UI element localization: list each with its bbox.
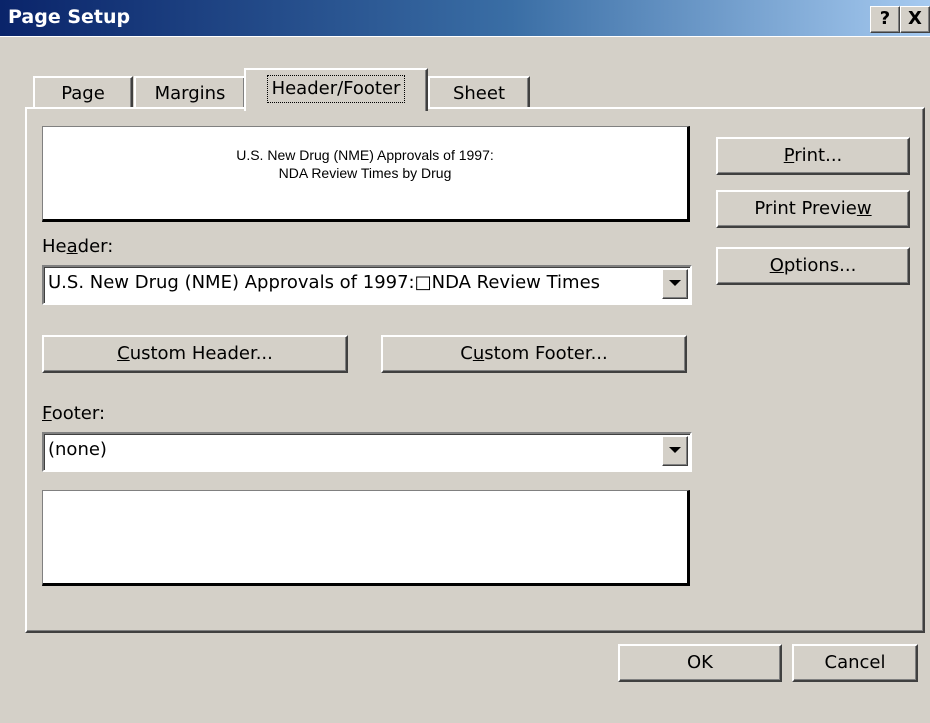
tab-margins-label: Margins (154, 83, 226, 104)
chevron-down-icon[interactable] (662, 269, 688, 299)
footer-label: Footer: (42, 403, 106, 424)
header-label: Header: (42, 236, 114, 257)
window-title: Page Setup (8, 6, 131, 28)
custom-footer-button[interactable]: Custom Footer... (381, 335, 687, 373)
header-dropdown-value: U.S. New Drug (NME) Approvals of 1997:□N… (48, 272, 601, 293)
header-preview-line1: U.S. New Drug (NME) Approvals of 1997: (236, 147, 494, 163)
tab-sheet-label: Sheet (452, 83, 506, 104)
tab-page-label: Page (61, 83, 105, 104)
print-preview-button[interactable]: Print Preview (716, 190, 910, 228)
tab-header-footer[interactable]: Header/Footer (244, 68, 428, 111)
footer-dropdown-value: (none) (48, 439, 107, 460)
help-button[interactable]: ? (870, 6, 900, 33)
tab-sheet[interactable]: Sheet (428, 76, 530, 109)
print-button[interactable]: Print... (716, 137, 910, 175)
close-button[interactable]: X (900, 6, 930, 33)
chevron-down-icon[interactable] (662, 436, 688, 466)
title-bar: Page Setup ? X (0, 0, 930, 37)
header-dropdown[interactable]: U.S. New Drug (NME) Approvals of 1997:□N… (42, 265, 692, 305)
footer-dropdown[interactable]: (none) (42, 432, 692, 472)
cancel-button[interactable]: Cancel (792, 644, 918, 682)
header-preview-box: U.S. New Drug (NME) Approvals of 1997: N… (42, 126, 690, 222)
footer-preview-box (42, 490, 690, 586)
header-preview-line2: NDA Review Times by Drug (278, 165, 452, 181)
options-button[interactable]: Options... (716, 247, 910, 285)
tab-margins[interactable]: Margins (134, 76, 246, 109)
tab-page[interactable]: Page (33, 76, 133, 109)
tab-header-footer-label: Header/Footer (266, 75, 406, 103)
ok-button[interactable]: OK (618, 644, 782, 682)
custom-header-button[interactable]: Custom Header... (42, 335, 348, 373)
